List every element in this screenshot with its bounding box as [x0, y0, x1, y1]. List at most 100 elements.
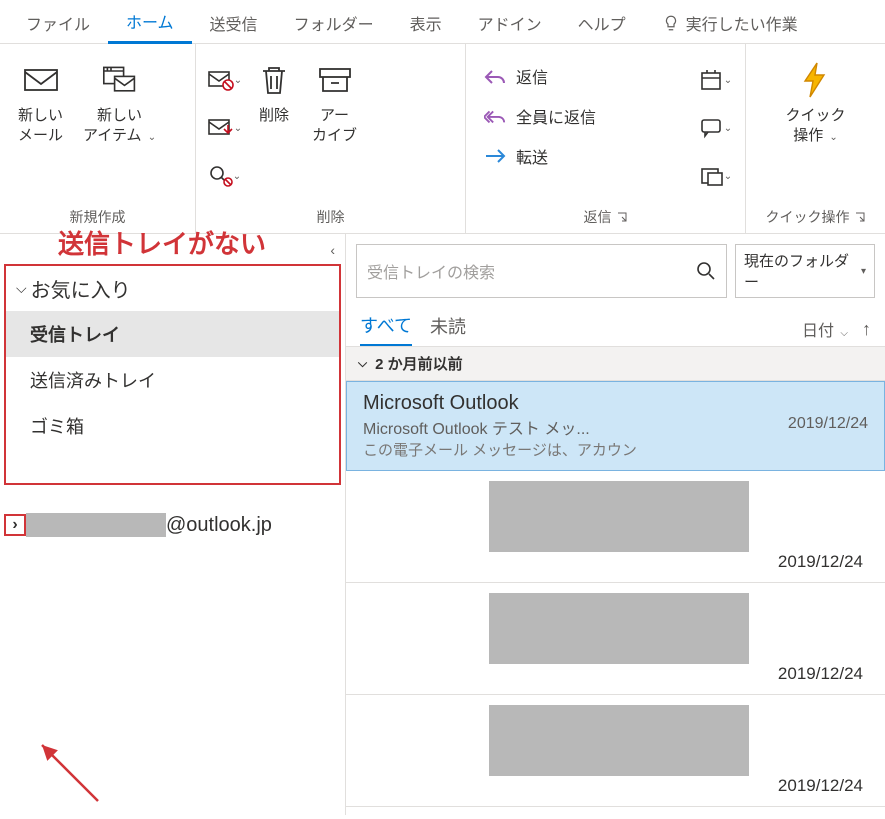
chevron-down-icon: ⌄: [234, 75, 242, 86]
chevron-down-icon: ⌵: [358, 356, 367, 371]
cleanup-button[interactable]: ⌄: [204, 104, 246, 152]
message-item[interactable]: 2019/12/24: [346, 471, 885, 583]
filter-all[interactable]: すべて: [360, 312, 412, 346]
message-date: 2019/12/24: [778, 776, 869, 796]
junk-button[interactable]: ⌄: [204, 152, 246, 200]
message-subject: Microsoft Outlook テスト メッ...: [363, 415, 590, 439]
ribbon-group-reply: 返信 全員に返信 転送 ⌄: [466, 44, 746, 233]
reply-all-label: 全員に返信: [516, 104, 596, 128]
chevron-down-icon: ⌵: [16, 280, 27, 297]
search-scope-dropdown[interactable]: 現在のフォルダー ▾: [735, 244, 875, 298]
forward-button[interactable]: 転送: [474, 136, 691, 176]
favorites-header[interactable]: ⌵ お気に入り: [6, 266, 339, 311]
forward-label: 転送: [516, 144, 548, 168]
account-name-redacted: [26, 513, 166, 537]
delete-button[interactable]: 削除: [246, 56, 302, 132]
reply-all-icon: [484, 105, 506, 127]
reply-all-button[interactable]: 全員に返信: [474, 96, 691, 136]
archive-icon: [317, 62, 353, 98]
group-label: 2 か月前以前: [375, 353, 463, 374]
ribbon-group-new: 新しい メール 新しい アイテム ⌄ 新規作成: [0, 44, 196, 233]
chevron-down-icon: ⌄: [829, 132, 837, 143]
new-items-button[interactable]: 新しい アイテム ⌄: [73, 56, 166, 151]
quick-steps-label: クイック 操作 ⌄: [785, 106, 845, 145]
group-header[interactable]: ⌵ 2 か月前以前: [346, 346, 885, 381]
tab-addin[interactable]: アドイン: [460, 1, 560, 43]
folder-pane: ‹ ⌵ お気に入り 受信トレイ 送信済みトレイ ゴミ箱 › @outlook.j…: [0, 234, 345, 815]
mail-icon: [23, 62, 59, 98]
ignore-button[interactable]: ⌄: [204, 56, 246, 104]
filter-unread[interactable]: 未読: [430, 313, 466, 345]
chevron-down-icon: ⌄: [148, 132, 156, 143]
tab-home[interactable]: ホーム: [108, 0, 192, 44]
expand-account-icon[interactable]: ›: [4, 514, 26, 536]
reply-label: 返信: [516, 64, 548, 88]
annotation-text: 送信トレイがない: [58, 224, 266, 261]
chevron-down-icon: ⌄: [233, 171, 241, 182]
search-icon: [696, 261, 716, 281]
tellme-label: 実行したい作業: [686, 11, 798, 35]
new-items-icon: [102, 62, 138, 98]
ribbon: 新しい メール 新しい アイテム ⌄ 新規作成 ⌄ ⌄: [0, 44, 885, 234]
folder-inbox[interactable]: 受信トレイ: [6, 311, 339, 357]
redacted-block: [489, 481, 749, 552]
ribbon-group-delete: ⌄ ⌄ ⌄ 削除 アー: [196, 44, 466, 233]
chevron-down-icon: ▾: [861, 266, 866, 277]
chevron-down-icon: ⌵: [840, 328, 848, 339]
meeting-button[interactable]: ⌄: [695, 56, 737, 104]
dialog-launcher-icon[interactable]: [616, 211, 628, 223]
chevron-down-icon: ⌄: [234, 123, 242, 134]
annotation-arrow-icon: [36, 739, 116, 819]
new-mail-button[interactable]: 新しい メール: [8, 56, 73, 151]
new-mail-label: 新しい メール: [18, 106, 63, 145]
account-suffix: @outlook.jp: [166, 514, 272, 537]
tab-help[interactable]: ヘルプ: [560, 1, 644, 43]
content-area: ‹ ⌵ お気に入り 受信トレイ 送信済みトレイ ゴミ箱 › @outlook.j…: [0, 234, 885, 815]
group-label-reply: 返信: [466, 203, 745, 233]
dialog-launcher-icon[interactable]: [854, 211, 866, 223]
search-input[interactable]: 受信トレイの検索: [356, 244, 727, 298]
tab-view[interactable]: 表示: [392, 1, 460, 43]
im-button[interactable]: ⌄: [695, 104, 737, 152]
collapse-nav-icon[interactable]: ‹: [330, 242, 335, 258]
more-button[interactable]: ⌄: [695, 152, 737, 200]
chevron-down-icon: ⌄: [724, 171, 732, 182]
ribbon-group-quick: クイック 操作 ⌄ クイック操作: [746, 44, 885, 233]
redacted-block: [489, 705, 749, 776]
archive-label: アー カイブ: [312, 106, 357, 145]
chevron-down-icon: ⌄: [724, 75, 732, 86]
favorites-section: ⌵ お気に入り 受信トレイ 送信済みトレイ ゴミ箱: [4, 264, 341, 485]
menu-tabs: ファイル ホーム 送受信 フォルダー 表示 アドイン ヘルプ 実行したい作業: [0, 0, 885, 44]
search-placeholder: 受信トレイの検索: [367, 259, 495, 283]
chevron-down-icon: ⌄: [724, 123, 732, 134]
message-date: 2019/12/24: [788, 415, 868, 439]
message-item[interactable]: 2019/12/24: [346, 695, 885, 807]
tab-file[interactable]: ファイル: [8, 1, 108, 43]
tab-sendreceive[interactable]: 送受信: [192, 1, 276, 43]
archive-button[interactable]: アー カイブ: [302, 56, 367, 151]
lightning-icon: [797, 62, 833, 98]
reply-button[interactable]: 返信: [474, 56, 691, 96]
sort-direction-icon[interactable]: ↑: [862, 319, 871, 340]
message-sender: Microsoft Outlook: [363, 392, 868, 415]
delete-label: 削除: [259, 106, 289, 126]
message-item[interactable]: Microsoft Outlook Microsoft Outlook テスト …: [346, 381, 885, 471]
new-items-label: 新しい アイテム ⌄: [83, 106, 156, 145]
trash-icon: [256, 62, 292, 98]
message-preview: この電子メール メッセージは、アカウン: [363, 439, 868, 460]
redacted-block: [489, 593, 749, 664]
message-date: 2019/12/24: [778, 552, 869, 572]
message-date: 2019/12/24: [778, 664, 869, 684]
forward-icon: [484, 145, 506, 167]
tab-folder[interactable]: フォルダー: [276, 1, 392, 43]
message-item[interactable]: 2019/12/24: [346, 583, 885, 695]
scope-label: 現在のフォルダー: [744, 250, 859, 292]
quick-steps-button[interactable]: クイック 操作 ⌄: [775, 56, 855, 151]
tab-tellme[interactable]: 実行したい作業: [644, 1, 816, 43]
sort-button[interactable]: 日付 ⌵: [802, 317, 848, 341]
group-label-quick: クイック操作: [746, 203, 885, 233]
account-row[interactable]: › @outlook.jp: [0, 505, 345, 545]
folder-sent[interactable]: 送信済みトレイ: [6, 357, 339, 403]
message-list-pane: 受信トレイの検索 現在のフォルダー ▾ すべて 未読 日付 ⌵ ↑ ⌵ 2 か月…: [345, 234, 885, 815]
folder-trash[interactable]: ゴミ箱: [6, 403, 339, 449]
